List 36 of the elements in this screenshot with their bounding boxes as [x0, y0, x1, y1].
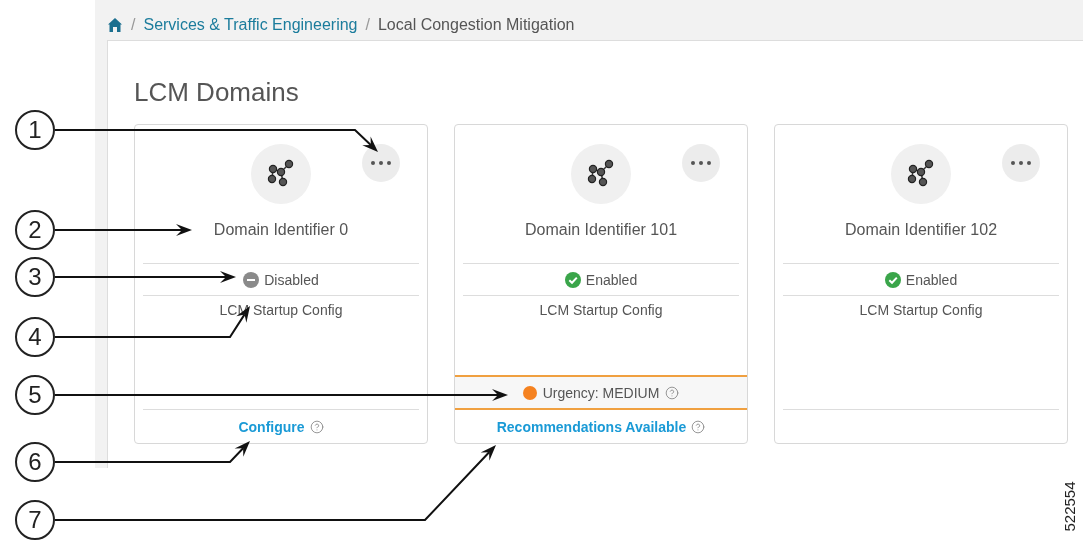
footer-link[interactable]: Configure — [238, 418, 305, 435]
more-button[interactable] — [362, 144, 400, 182]
check-circle-icon — [884, 271, 901, 288]
urgency-dot — [522, 385, 537, 400]
footer-link[interactable]: Recommendations Available — [496, 418, 687, 435]
breadcrumb-separator: / — [131, 16, 136, 34]
help-icon[interactable] — [665, 385, 680, 400]
domain-name: Domain Identifier 102 — [843, 221, 999, 240]
status-label: Disabled — [264, 271, 319, 288]
home-icon[interactable] — [107, 17, 123, 33]
status-label: Enabled — [585, 271, 638, 288]
callout-number: 3 — [15, 257, 55, 297]
breadcrumb-separator: / — [365, 16, 370, 34]
status-label: Enabled — [905, 271, 958, 288]
breadcrumb-current: Local Congestion Mitigation — [377, 16, 575, 34]
help-icon[interactable] — [309, 419, 324, 434]
domain-name: Domain Identifier 101 — [523, 221, 679, 240]
config-label: LCM Startup Config — [538, 302, 664, 318]
callout-number: 7 — [15, 500, 55, 540]
domain-name: Domain Identifier 0 — [212, 221, 350, 240]
callout-number: 4 — [15, 317, 55, 357]
check-circle-icon — [564, 271, 581, 288]
more-icon — [691, 161, 711, 165]
minus-circle-icon — [243, 271, 260, 288]
page-title: LCM Domains — [134, 77, 300, 107]
figure-number: 522554 — [1060, 481, 1078, 532]
callout-number: 2 — [15, 210, 55, 250]
more-icon — [371, 161, 391, 165]
callout-number: 5 — [15, 375, 55, 415]
urgency-label: Urgency: MEDIUM — [542, 384, 660, 401]
breadcrumb-link[interactable]: Services & Traffic Engineering — [143, 16, 358, 34]
help-icon[interactable] — [691, 419, 706, 434]
more-icon — [1011, 161, 1031, 165]
callout-number: 1 — [15, 110, 55, 150]
callout-number: 6 — [15, 442, 55, 482]
config-label: LCM Startup Config — [858, 302, 984, 318]
